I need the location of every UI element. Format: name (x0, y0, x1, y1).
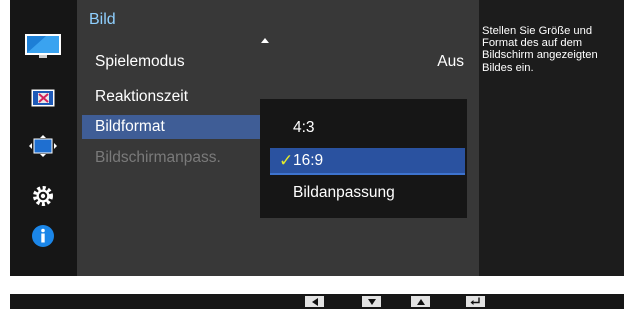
option-16-9[interactable]: ✓ 16:9 (270, 148, 465, 175)
navigation-key-bar (10, 294, 624, 309)
help-line: Stellen Sie Größe und (482, 25, 593, 37)
up-arrow-icon[interactable] (411, 296, 430, 307)
help-panel: Stellen Sie Größe und Format des auf dem… (479, 0, 624, 276)
down-arrow-icon[interactable] (362, 296, 381, 307)
menu-item-label: Reaktionszeit (95, 88, 189, 105)
scroll-up-icon (261, 38, 269, 43)
category-sidebar (10, 0, 77, 276)
option-bildanpassung[interactable]: Bildanpassung (270, 180, 465, 205)
size-position-icon[interactable] (24, 132, 62, 160)
color-icon[interactable] (24, 84, 62, 112)
menu-item-bildformat[interactable]: Bildformat (82, 115, 262, 139)
menu-item-spielemodus[interactable]: Spielemodus Aus (84, 50, 479, 74)
checkmark-icon: ✓ (279, 151, 294, 170)
menu-title: Bild (89, 11, 116, 28)
picture-icon[interactable] (24, 32, 62, 60)
help-text: Stellen Sie Größe und Format des auf dem… (482, 25, 624, 74)
menu-item-value: Aus (437, 53, 464, 70)
menu-item-label: Bildformat (95, 118, 165, 135)
option-label: Bildanpassung (293, 184, 395, 201)
settings-gear-icon[interactable] (24, 182, 62, 210)
menu-item-label: Bildschirmanpass. (95, 149, 221, 166)
left-arrow-icon[interactable] (305, 296, 324, 307)
option-4-3[interactable]: 4:3 (270, 115, 465, 140)
menu-item-label: Spielemodus (95, 53, 185, 70)
help-line: Bildschirm angezeigten (482, 49, 598, 62)
option-label: 16:9 (293, 152, 324, 169)
option-label: 4:3 (293, 119, 315, 136)
bildformat-submenu: 4:3 ✓ 16:9 Bildanpassung (260, 99, 467, 218)
information-icon[interactable] (24, 222, 62, 250)
help-line: Bildes ein. (482, 61, 534, 74)
enter-icon[interactable] (466, 296, 485, 307)
help-line: Format des auf dem (482, 37, 583, 50)
